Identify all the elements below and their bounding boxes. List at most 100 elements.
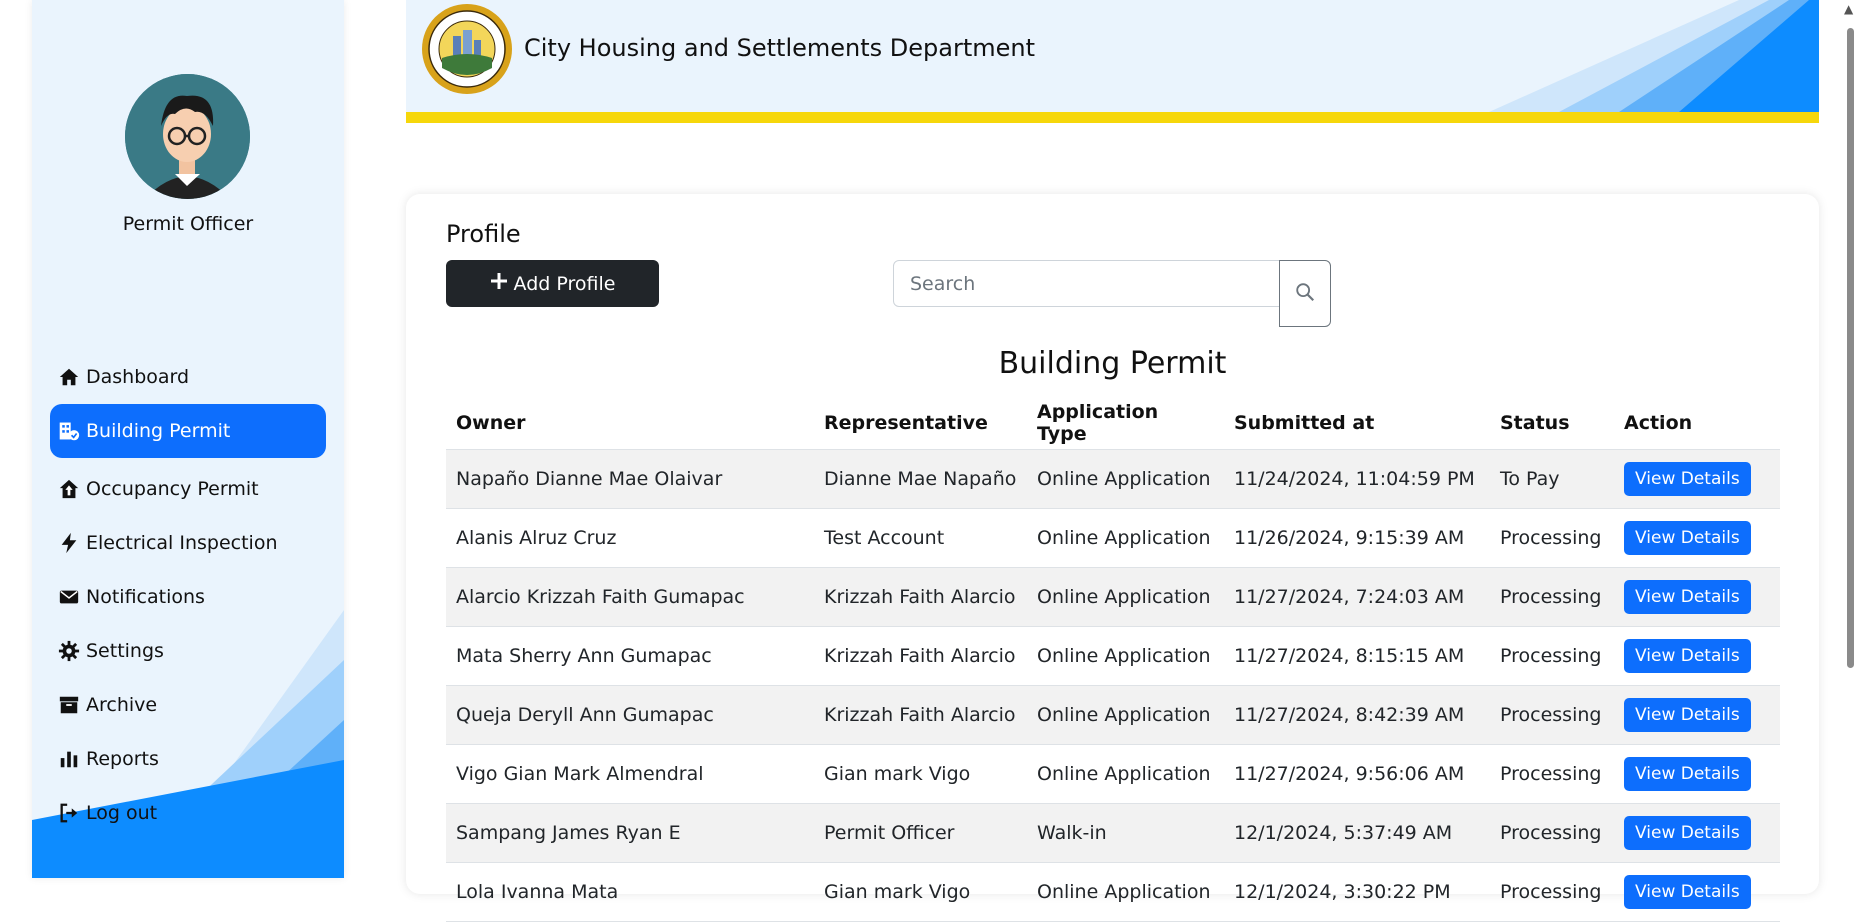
building-icon xyxy=(58,420,80,442)
sidebar-item-label: Reports xyxy=(86,748,159,770)
cell-status: Processing xyxy=(1490,508,1614,568)
sidebar: Permit Officer Dashboard Building Permit… xyxy=(32,0,344,878)
search-button[interactable] xyxy=(1279,260,1331,327)
cell-submitted-at: 11/27/2024, 8:42:39 AM xyxy=(1224,685,1490,745)
add-profile-label: Add Profile xyxy=(513,272,616,295)
table-row: Vigo Gian Mark Almendral Gian mark Vigo On… xyxy=(446,744,1780,804)
column-header-owner: Owner xyxy=(446,397,814,450)
cell-submitted-at: 12/1/2024, 5:37:49 AM xyxy=(1224,803,1490,863)
cell-representative: Permit Officer xyxy=(814,803,1027,863)
cell-application-type: Walk-in xyxy=(1027,803,1224,863)
sidebar-item-label: Archive xyxy=(86,694,158,716)
sidebar-item-label: Log out xyxy=(86,802,158,824)
cell-status: Processing xyxy=(1490,862,1614,922)
cell-application-type: Online Application xyxy=(1027,567,1224,627)
cell-action: View Details xyxy=(1614,862,1780,922)
page-scrollbar[interactable]: ▲ xyxy=(1840,0,1860,878)
cell-action: View Details xyxy=(1614,685,1780,745)
sidebar-item-electrical-inspection[interactable]: Electrical Inspection xyxy=(50,516,326,570)
cell-status: Processing xyxy=(1490,803,1614,863)
scroll-up-arrow-icon[interactable]: ▲ xyxy=(1844,2,1853,16)
cell-owner: Alanis Alruz Cruz xyxy=(446,508,814,568)
sidebar-item-dashboard[interactable]: Dashboard xyxy=(50,350,326,404)
column-header-action: Action xyxy=(1614,397,1780,450)
table-row: Alanis Alruz Cruz Test Account Online Appl… xyxy=(446,508,1780,568)
scrollbar-thumb[interactable] xyxy=(1847,28,1854,668)
cell-application-type: Online Application xyxy=(1027,744,1224,804)
cell-status: Processing xyxy=(1490,744,1614,804)
cell-owner: Lola Ivanna Mata xyxy=(446,862,814,922)
sidebar-item-label: Building Permit xyxy=(86,420,231,442)
department-seal-logo xyxy=(420,2,514,96)
table-row: Sampang James Ryan E Permit Officer Walk-i… xyxy=(446,803,1780,863)
cell-submitted-at: 11/27/2024, 7:24:03 AM xyxy=(1224,567,1490,627)
table-title: Building Permit xyxy=(998,346,1227,381)
header-accent-bar xyxy=(406,112,1819,123)
plus-icon xyxy=(490,272,508,295)
chart-bar-icon xyxy=(58,748,80,770)
cell-action: View Details xyxy=(1614,626,1780,686)
cell-owner: Sampang James Ryan E xyxy=(446,803,814,863)
sidebar-item-settings[interactable]: Settings xyxy=(50,624,326,678)
sidebar-item-archive[interactable]: Archive xyxy=(50,678,326,732)
cell-action: View Details xyxy=(1614,567,1780,627)
cell-owner: Queja Deryll Ann Gumapac xyxy=(446,685,814,745)
view-details-button[interactable]: View Details xyxy=(1624,815,1751,850)
view-details-button[interactable]: View Details xyxy=(1624,756,1751,791)
sidebar-item-occupancy-permit[interactable]: Occupancy Permit xyxy=(50,462,326,516)
column-header-status: Status xyxy=(1490,397,1614,450)
sidebar-item-building-permit[interactable]: Building Permit xyxy=(50,404,326,458)
sidebar-item-label: Settings xyxy=(86,640,164,662)
cell-submitted-at: 11/27/2024, 8:15:15 AM xyxy=(1224,626,1490,686)
view-details-button[interactable]: View Details xyxy=(1624,638,1751,673)
view-details-button[interactable]: View Details xyxy=(1624,461,1751,496)
cell-application-type: Online Application xyxy=(1027,626,1224,686)
table-header-row: Owner Representative Application Type Su… xyxy=(446,397,1780,450)
view-details-button[interactable]: View Details xyxy=(1624,579,1751,614)
cell-representative: Krizzah Faith Alarcio xyxy=(814,567,1027,627)
table-row: Alarcio Krizzah Faith Gumapac Krizzah Fai… xyxy=(446,567,1780,627)
table-row: Queja Deryll Ann Gumapac Krizzah Faith Al… xyxy=(446,685,1780,745)
cell-application-type: Online Application xyxy=(1027,685,1224,745)
cell-status: To Pay xyxy=(1490,449,1614,509)
view-details-button[interactable]: View Details xyxy=(1624,874,1751,909)
page-header: City Housing and Settlements Department xyxy=(406,0,1819,112)
logout-icon xyxy=(58,802,80,824)
sidebar-item-label: Notifications xyxy=(86,586,205,608)
sidebar-item-label: Electrical Inspection xyxy=(86,532,278,554)
cell-submitted-at: 11/26/2024, 9:15:39 AM xyxy=(1224,508,1490,568)
table-row: Mata Sherry Ann Gumapac Krizzah Faith Ala… xyxy=(446,626,1780,686)
search-input[interactable] xyxy=(893,260,1283,307)
cell-submitted-at: 11/24/2024, 11:04:59 PM xyxy=(1224,449,1490,509)
add-profile-button[interactable]: Add Profile xyxy=(446,260,659,307)
cell-representative: Krizzah Faith Alarcio xyxy=(814,685,1027,745)
table-row: Lola Ivanna Mata Gian mark Vigo Online App… xyxy=(446,862,1780,922)
sidebar-item-label: Dashboard xyxy=(86,366,190,388)
cell-action: View Details xyxy=(1614,508,1780,568)
cell-owner: Mata Sherry Ann Gumapac xyxy=(446,626,814,686)
header-decoration xyxy=(1489,0,1819,112)
view-details-button[interactable]: View Details xyxy=(1624,697,1751,732)
view-details-button[interactable]: View Details xyxy=(1624,520,1751,555)
table-row: Napaño Dianne Mae Olaivar Dianne Mae Napa… xyxy=(446,449,1780,509)
cell-representative: Dianne Mae Napaño xyxy=(814,449,1027,509)
cell-action: View Details xyxy=(1614,744,1780,804)
sidebar-item-logout[interactable]: Log out xyxy=(50,786,326,840)
section-title: Profile xyxy=(446,220,521,248)
home-icon xyxy=(58,366,80,388)
cell-status: Processing xyxy=(1490,567,1614,627)
cell-owner: Alarcio Krizzah Faith Gumapac xyxy=(446,567,814,627)
gear-icon xyxy=(58,640,80,662)
sidebar-item-reports[interactable]: Reports xyxy=(50,732,326,786)
department-title: City Housing and Settlements Department xyxy=(524,34,1036,62)
building-permit-table: Owner Representative Application Type Su… xyxy=(446,397,1780,922)
envelope-icon xyxy=(58,586,80,608)
cell-application-type: Online Application xyxy=(1027,862,1224,922)
sidebar-item-notifications[interactable]: Notifications xyxy=(50,570,326,624)
bolt-icon xyxy=(58,532,80,554)
cell-action: View Details xyxy=(1614,449,1780,509)
cell-owner: Napaño Dianne Mae Olaivar xyxy=(446,449,814,509)
user-role: Permit Officer xyxy=(122,213,254,235)
cell-representative: Krizzah Faith Alarcio xyxy=(814,626,1027,686)
column-header-representative: Representative xyxy=(814,397,1027,450)
